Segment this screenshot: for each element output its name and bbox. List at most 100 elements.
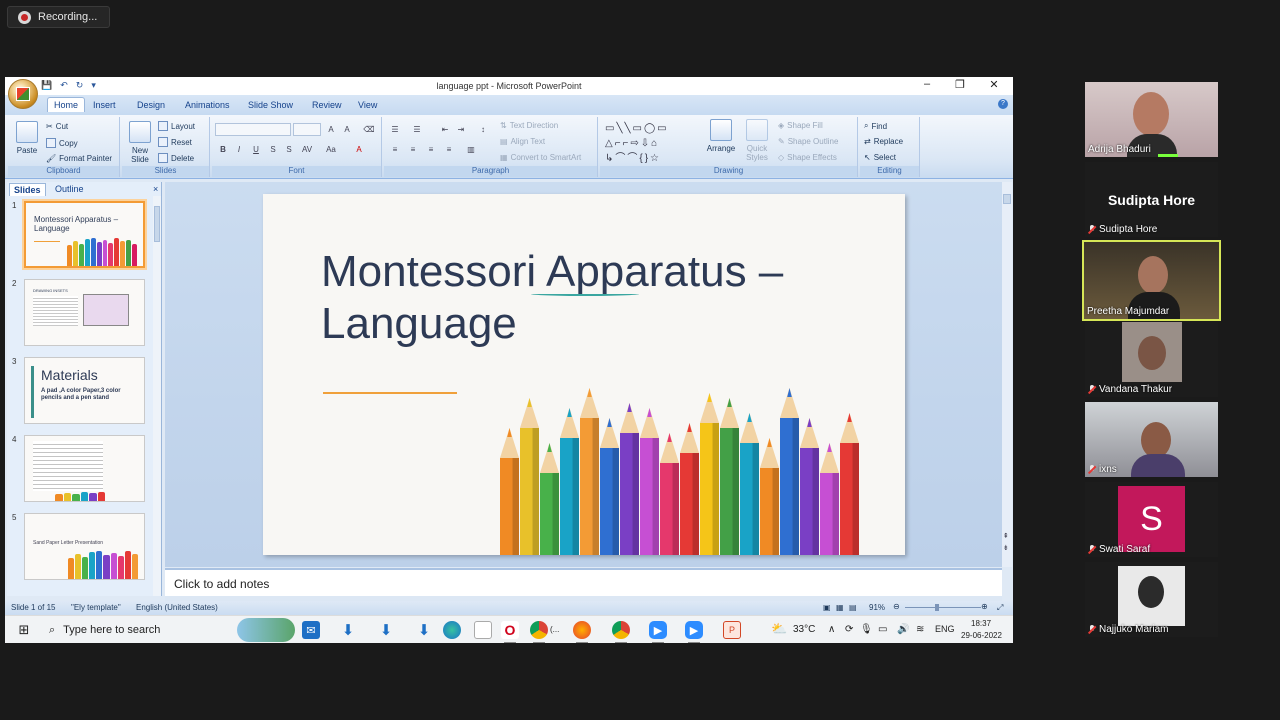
slide-thumbnail-1[interactable]: 1 Montessori Apparatus – Language [7, 201, 157, 271]
office-button[interactable] [8, 79, 38, 109]
scrollbar-thumb[interactable] [154, 206, 160, 242]
bullets-icon[interactable]: ☰ [388, 123, 402, 136]
align-left-icon[interactable]: ≡ [388, 143, 402, 156]
tab-outline[interactable]: Outline [51, 183, 88, 195]
download-icon[interactable]: ⬇ [339, 621, 357, 639]
cut-button[interactable]: ✂ Cut [46, 122, 68, 131]
close-icon[interactable]: ✕ [984, 78, 1004, 91]
volume-icon[interactable]: 🔊 [897, 624, 909, 635]
zoom-app-icon[interactable]: ▶ [685, 621, 703, 643]
scrollbar-thumb[interactable] [1003, 194, 1011, 204]
customize-qat-icon[interactable]: ▾ [91, 80, 96, 91]
grow-font-icon[interactable]: A [324, 123, 338, 136]
tab-slides[interactable]: Slides [9, 183, 46, 196]
zoom-slider[interactable] [905, 607, 981, 608]
weather-widget-image[interactable] [237, 618, 295, 642]
layout-button[interactable]: Layout [158, 121, 195, 131]
chevron-up-icon[interactable]: ∧ [828, 624, 835, 635]
italic-icon[interactable]: I [232, 143, 246, 156]
align-right-icon[interactable]: ≡ [424, 143, 438, 156]
shape-fill-button[interactable]: ◈ Shape Fill [778, 121, 823, 130]
microphone-icon[interactable]: 🎙 [860, 624, 873, 635]
numbering-icon[interactable]: ☰ [410, 123, 424, 136]
shapes-gallery[interactable]: ▭╲╲▭◯▭ △⌐⌐⇨⇩⌂ ↳⌒⌒{}☆ [605, 121, 697, 164]
participant-tile[interactable]: S Swati Saraf [1085, 482, 1218, 557]
slide-thumbnail-2[interactable]: 2 DRAWING INSETS [7, 279, 157, 349]
participant-tile[interactable]: Vandana Thakur [1085, 322, 1218, 397]
normal-view-icon[interactable]: ▣ [823, 603, 831, 612]
slide-scrollbar[interactable]: ⇞ ⇟ [1002, 182, 1012, 567]
wifi-icon[interactable]: ≋ [916, 624, 924, 635]
delete-button[interactable]: Delete [158, 153, 194, 163]
zoom-app-icon[interactable]: ▶ [649, 621, 667, 643]
underline-icon[interactable]: U [249, 143, 263, 156]
slide-thumbnail-3[interactable]: 3 Materials A pad ,A color Paper,3 color… [7, 357, 157, 427]
windows-start-icon[interactable]: ⊞ [15, 621, 33, 639]
clear-formatting-icon[interactable]: ⌫ [362, 123, 376, 136]
sync-icon[interactable]: ⟳ [845, 624, 853, 635]
clock-date[interactable]: 29-06-2022 [961, 631, 1002, 640]
mail-icon[interactable]: ✉ [302, 621, 320, 639]
align-text-button[interactable]: ▤ Align Text [500, 137, 545, 146]
next-slide-icon[interactable]: ⇟ [1003, 544, 1009, 552]
recording-indicator[interactable]: Recording... [7, 6, 110, 28]
decrease-indent-icon[interactable]: ⇤ [438, 123, 452, 136]
notes-pane[interactable]: Click to add notes [165, 568, 1002, 596]
new-slide-button[interactable]: New Slide [124, 121, 156, 164]
download-icon[interactable]: ⬇ [377, 621, 395, 639]
tab-review[interactable]: Review [306, 98, 348, 112]
save-icon[interactable]: 💾 [41, 80, 52, 91]
participant-tile[interactable]: Sudipta Hore Sudipta Hore [1085, 162, 1218, 237]
restore-icon[interactable]: ❐ [950, 78, 970, 91]
tab-home[interactable]: Home [47, 97, 86, 112]
change-case-icon[interactable]: Aa [324, 143, 338, 156]
tab-design[interactable]: Design [131, 98, 171, 112]
char-spacing-icon[interactable]: AV [300, 143, 314, 156]
format-painter-button[interactable]: 🖌 Format Painter [46, 154, 112, 163]
shape-outline-button[interactable]: ✎ Shape Outline [778, 137, 838, 146]
find-button[interactable]: ⌕ Find [864, 121, 887, 131]
zoom-level[interactable]: 91% [869, 603, 885, 612]
line-spacing-icon[interactable]: ↕ [476, 123, 490, 136]
arrange-button[interactable]: Arrange [704, 119, 738, 153]
tab-view[interactable]: View [352, 98, 383, 112]
taskbar-search[interactable]: ⌕ Type here to search [39, 616, 269, 643]
clock-time[interactable]: 18:37 [971, 619, 991, 628]
zoom-in-icon[interactable]: ⊕ [981, 602, 988, 611]
shrink-font-icon[interactable]: A [340, 123, 354, 136]
file-icon[interactable] [474, 621, 492, 639]
slides-pane-scrollbar[interactable] [153, 196, 161, 596]
slide-show-icon[interactable]: ▤ [849, 603, 857, 612]
tab-slide-show[interactable]: Slide Show [242, 98, 299, 112]
convert-smartart-button[interactable]: ▦ Convert to SmartArt [500, 153, 581, 162]
font-size-box[interactable] [293, 123, 321, 136]
select-button[interactable]: ↖ Select [864, 153, 896, 162]
justify-icon[interactable]: ≡ [442, 143, 456, 156]
opera-browser-icon[interactable]: O [501, 621, 519, 643]
edge-browser-icon[interactable] [443, 621, 461, 639]
shadow-icon[interactable]: S [282, 143, 296, 156]
bold-icon[interactable]: B [216, 143, 230, 156]
participant-tile[interactable]: Najjuko Mariam [1085, 562, 1218, 637]
columns-icon[interactable]: ▥ [464, 143, 478, 156]
font-color-icon[interactable]: A [352, 143, 366, 156]
prev-slide-icon[interactable]: ⇞ [1003, 532, 1009, 540]
battery-icon[interactable]: ▭ [878, 624, 887, 635]
slide-thumbnail-5[interactable]: 5 Sand Paper Letter Presentation [7, 513, 157, 583]
weather-icon[interactable]: ⛅ [771, 621, 787, 637]
download-icon[interactable]: ⬇ [415, 621, 433, 639]
reset-button[interactable]: Reset [158, 137, 192, 147]
font-name-box[interactable] [215, 123, 291, 136]
shape-effects-button[interactable]: ◇ Shape Effects [778, 153, 837, 162]
participant-tile[interactable]: Adrija Bhaduri [1085, 82, 1218, 157]
text-direction-button[interactable]: ⇅ Text Direction [500, 121, 558, 130]
minimize-icon[interactable]: – [917, 78, 937, 90]
powerpoint-app-icon[interactable]: P [723, 621, 741, 639]
slide-title[interactable]: Montessori Apparatus – Language [321, 246, 783, 350]
paste-button[interactable]: Paste [12, 121, 42, 155]
participant-tile-active[interactable]: Preetha Majumdar [1082, 240, 1221, 321]
zoom-slider-thumb[interactable] [935, 604, 939, 611]
chrome-browser-icon[interactable] [530, 621, 548, 643]
participant-tile[interactable]: ixns [1085, 402, 1218, 477]
replace-button[interactable]: ⇄ Replace [864, 137, 903, 146]
